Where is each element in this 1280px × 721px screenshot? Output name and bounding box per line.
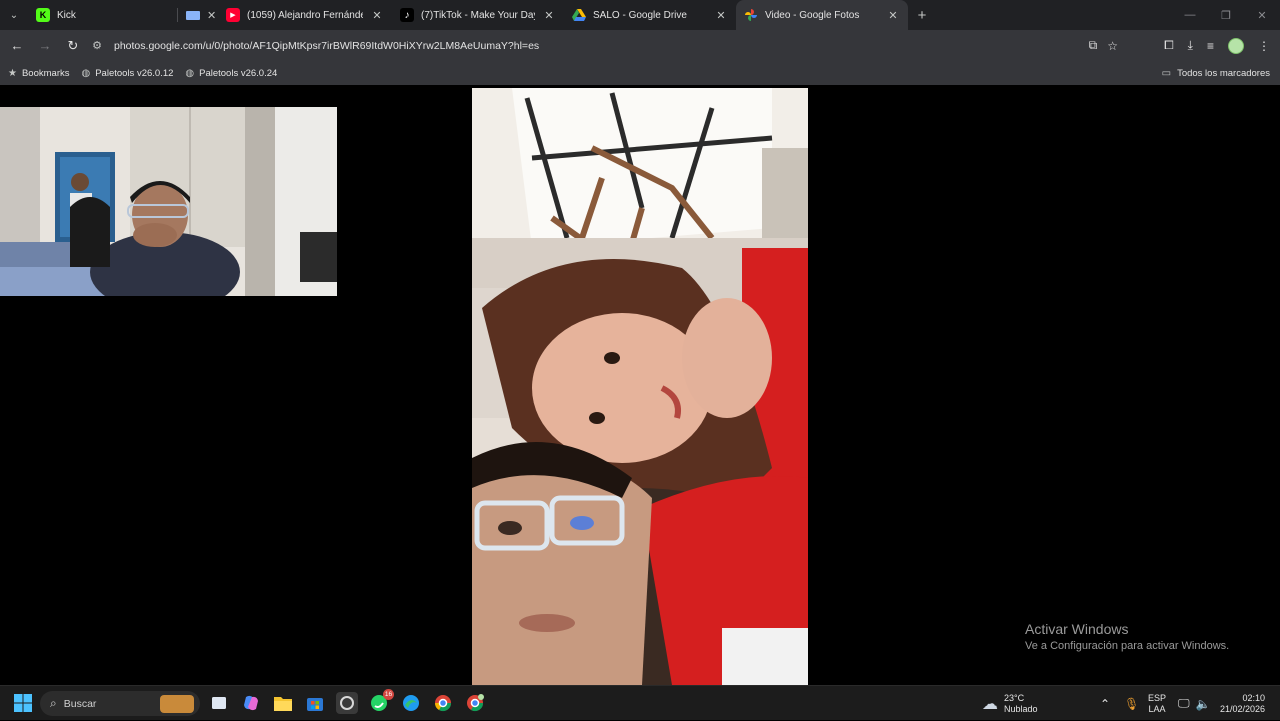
url-text[interactable]: photos.google.com/u/0/photo/AF1QipMtKpsr…: [114, 40, 539, 52]
weather-desc: Nublado: [1004, 703, 1038, 714]
activation-watermark: Activar Windows Ve a Configuración para …: [1025, 621, 1229, 652]
toolbar-actions: ⧠ ⤓ ≡ ⋮: [1164, 30, 1280, 61]
search-highlight-icon: [160, 694, 194, 713]
site-info-icon[interactable]: ⚙: [86, 39, 108, 52]
tab-title: SALO - Google Drive: [593, 9, 687, 21]
keyboard-layout: LAA: [1148, 703, 1166, 714]
globe-icon: ◍: [81, 67, 91, 79]
extensions-icon[interactable]: ⧠: [1164, 38, 1174, 53]
media-controls-icon[interactable]: ≡: [1207, 39, 1214, 53]
bookmarks-bar: ★ Bookmarks ◍ Paletools v26.0.12 ◍ Palet…: [0, 61, 1280, 85]
tab-google-drive[interactable]: SALO - Google Drive ✕: [564, 0, 736, 30]
tab-youtube[interactable]: ▶ (1059) Alejandro Fernández - M ✕: [218, 0, 392, 30]
tiktok-icon: ♪: [400, 8, 414, 22]
kick-icon: K: [36, 8, 50, 22]
bookmark-label: Paletools v26.0.24: [199, 67, 278, 79]
clock[interactable]: 02:10 21/02/2026: [1220, 686, 1265, 721]
notification-badge: 16: [383, 689, 394, 700]
all-bookmarks-label: Todos los marcadores: [1177, 67, 1270, 79]
cloud-icon: ☁: [982, 695, 998, 713]
tab-strip: ⌄ K Kick ✕ ▶ (1059) Alejandro Fernández …: [0, 0, 1280, 30]
volume-icon: 🔈: [1195, 696, 1211, 711]
close-tab-icon[interactable]: ✕: [886, 9, 900, 22]
tab-tiktok[interactable]: ♪ (7)TikTok - Make Your Day ✕: [392, 0, 564, 30]
bookmark-item[interactable]: ◍ Paletools v26.0.24: [185, 68, 277, 79]
network-icon: 🖵: [1178, 696, 1190, 710]
tab-kick[interactable]: K Kick: [28, 0, 178, 30]
file-explorer-icon[interactable]: [272, 692, 294, 714]
photo-viewer: Activar Windows Ve a Configuración para …: [0, 88, 1280, 685]
clock-date: 21/02/2026: [1220, 703, 1266, 714]
show-hidden-icons[interactable]: ⌃: [1100, 686, 1110, 721]
globe-icon: ◍: [185, 67, 195, 79]
bookmark-label: Paletools v26.0.12: [95, 67, 174, 79]
chrome-profile-icon[interactable]: [464, 692, 486, 714]
reload-icon[interactable]: ↻: [60, 33, 86, 59]
back-icon[interactable]: ←: [4, 33, 30, 59]
tab-title: Kick: [57, 9, 76, 21]
weather-temp: 23°C: [1004, 692, 1025, 703]
minimize-icon[interactable]: —: [1172, 0, 1208, 30]
task-view-icon[interactable]: [208, 692, 230, 714]
close-window-icon[interactable]: ✕: [1244, 0, 1280, 30]
taskbar-search[interactable]: ⌕ Buscar: [40, 691, 200, 716]
youtube-icon: ▶: [226, 8, 240, 22]
close-tab-icon[interactable]: ✕: [714, 9, 728, 22]
tab-icon: [186, 10, 200, 20]
google-photos-icon: [744, 8, 758, 22]
language-code: ESP: [1148, 692, 1167, 703]
webcam-overlay: [0, 107, 337, 296]
app-icon[interactable]: [336, 692, 358, 714]
activation-subtitle: Ve a Configuración para activar Windows.: [1025, 640, 1230, 652]
browser-toolbar: ← → ↻ ⚙ photos.google.com/u/0/photo/AF1Q…: [0, 30, 1280, 61]
windows-taskbar: ⌕ Buscar 16 ☁ 23°C Nublado ⌃ 🎙 ESP LAA 🖵…: [0, 685, 1280, 720]
microphone-icon[interactable]: 🎙: [1124, 686, 1139, 721]
new-tab-button[interactable]: +: [908, 0, 936, 30]
whatsapp-icon[interactable]: 16: [368, 689, 394, 714]
all-bookmarks-button[interactable]: ▭ Todos los marcadores: [1162, 61, 1270, 85]
install-app-icon[interactable]: ⧉: [1089, 38, 1098, 53]
weather-widget[interactable]: ☁ 23°C Nublado: [982, 686, 1038, 721]
search-icon: ⌕: [50, 696, 57, 710]
tab-title: (1059) Alejandro Fernández - M: [247, 9, 363, 21]
tab-search-icon[interactable]: ⌄: [0, 0, 28, 30]
bookmark-item[interactable]: ◍ Paletools v26.0.12: [81, 68, 173, 79]
profile-avatar[interactable]: [1228, 37, 1244, 54]
maximize-icon[interactable]: ❐: [1208, 0, 1244, 30]
menu-icon[interactable]: ⋮: [1258, 39, 1270, 53]
chevron-up-icon: ⌃: [1100, 696, 1111, 711]
window-controls: — ❐ ✕: [1172, 0, 1280, 30]
address-bar[interactable]: ⚙ photos.google.com/u/0/photo/AF1QipMtKp…: [86, 33, 1126, 58]
folder-icon: ▭: [1161, 67, 1172, 79]
bookmark-star-icon[interactable]: ☆: [1107, 39, 1118, 53]
edge-icon[interactable]: [400, 692, 422, 714]
search-placeholder: Buscar: [63, 697, 97, 710]
bookmark-label: Bookmarks: [21, 67, 70, 79]
photo-image: [472, 88, 808, 685]
close-tab-icon[interactable]: ✕: [542, 9, 556, 22]
quick-settings[interactable]: 🖵 🔈: [1178, 686, 1211, 721]
windows-start-icon[interactable]: [12, 692, 34, 714]
tab-title: (7)TikTok - Make Your Day: [421, 9, 535, 21]
activation-title: Activar Windows: [1025, 621, 1129, 637]
clock-time: 02:10: [1242, 692, 1266, 703]
close-tab-icon[interactable]: ✕: [370, 9, 384, 22]
close-tab-icon[interactable]: ✕: [207, 9, 216, 22]
google-drive-icon: [572, 8, 586, 22]
forward-icon[interactable]: →: [32, 33, 58, 59]
copilot-icon[interactable]: [240, 692, 262, 714]
downloads-icon[interactable]: ⤓: [1188, 38, 1193, 53]
tab-pinned[interactable]: ✕: [178, 0, 218, 30]
tab-title: Video - Google Fotos: [765, 9, 860, 21]
chrome-icon[interactable]: [432, 692, 454, 714]
language-indicator[interactable]: ESP LAA: [1148, 686, 1166, 721]
bookmark-item[interactable]: ★ Bookmarks: [8, 68, 69, 79]
tab-google-photos[interactable]: Video - Google Fotos ✕: [736, 0, 908, 30]
star-icon: ★: [8, 67, 17, 79]
store-icon[interactable]: [304, 692, 326, 714]
